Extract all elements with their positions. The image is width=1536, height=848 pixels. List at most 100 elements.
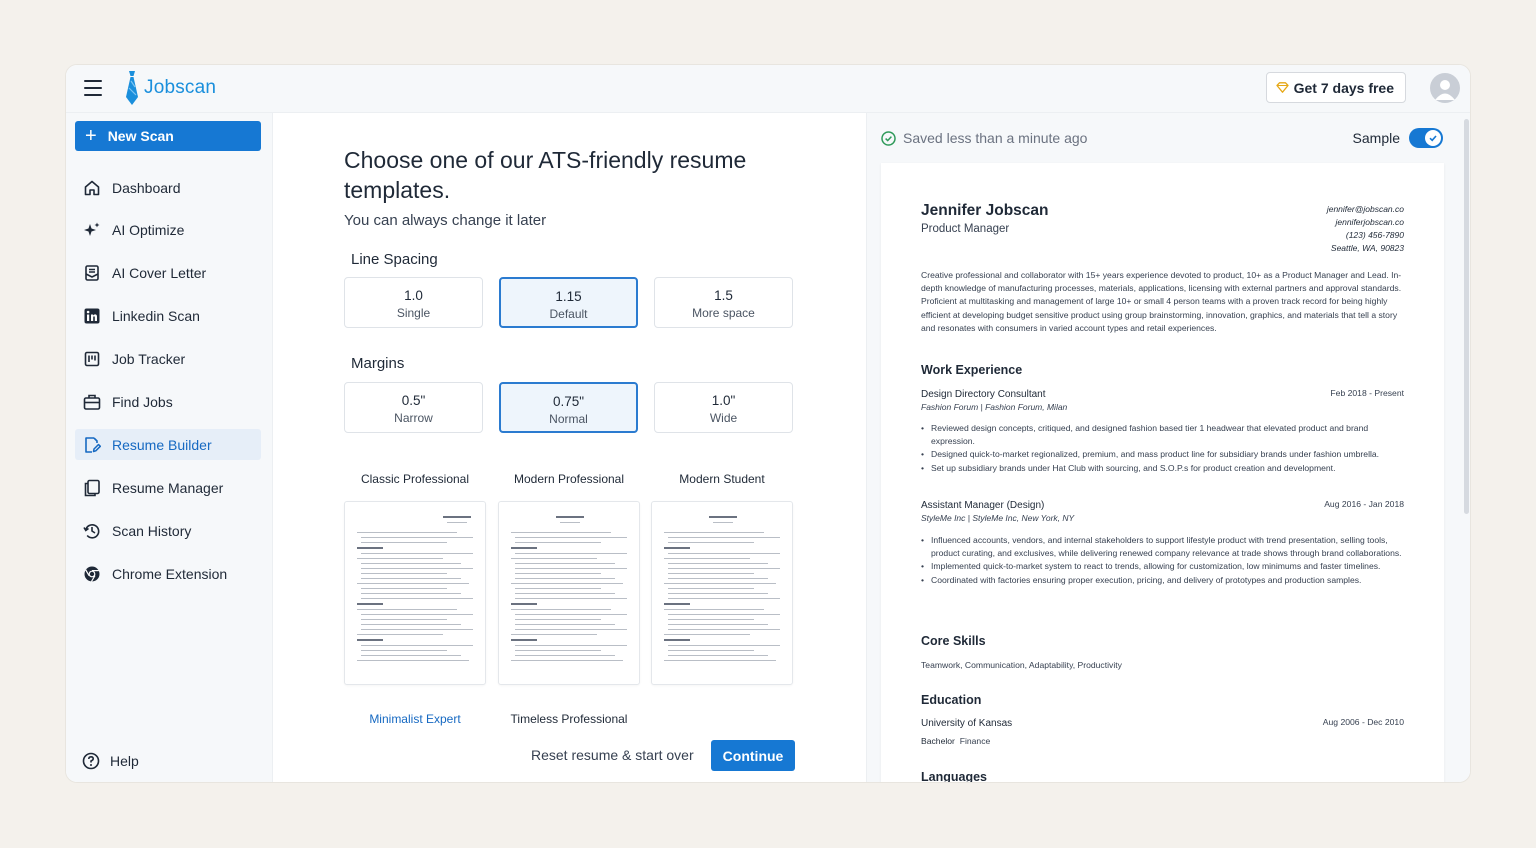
thumb-text-line bbox=[668, 588, 754, 589]
sidebar-item-chrome-extension[interactable]: Chrome Extension bbox=[75, 558, 261, 589]
thumb-text-line bbox=[511, 532, 611, 533]
action-bar: Reset resume & start over Continue bbox=[273, 729, 865, 782]
thumb-text-line bbox=[515, 598, 627, 599]
sidebar-item-resume-builder[interactable]: Resume Builder bbox=[75, 429, 261, 461]
user-avatar[interactable] bbox=[1430, 73, 1460, 103]
template-thumbnail-modern-professional[interactable] bbox=[498, 501, 640, 685]
option-desc: Narrow bbox=[394, 411, 433, 425]
chrome-icon bbox=[82, 564, 102, 584]
thumb-text-line bbox=[668, 614, 780, 615]
degree-type: Bachelor bbox=[921, 736, 955, 746]
continue-button[interactable]: Continue bbox=[711, 740, 795, 771]
thumb-text-line bbox=[361, 650, 447, 651]
new-scan-button[interactable]: + New Scan bbox=[75, 121, 261, 151]
job-title: Design Directory Consultant bbox=[921, 389, 1046, 400]
degree: Bachelor Finance bbox=[921, 736, 990, 746]
thumb-text-line bbox=[668, 553, 780, 554]
thumb-text-line bbox=[515, 578, 615, 579]
linkedin-icon bbox=[82, 306, 102, 326]
margin-option-wide[interactable]: 1.0" Wide bbox=[654, 382, 793, 433]
job-company: StyleMe Inc | StyleMe Inc, New York, NY bbox=[921, 513, 1075, 523]
thumb-text-line bbox=[511, 634, 597, 635]
sidebar-item-linkedin-scan[interactable]: Linkedin Scan bbox=[75, 301, 261, 332]
thumb-text-line bbox=[664, 609, 764, 610]
resume-summary: Creative professional and collaborator w… bbox=[921, 270, 1402, 333]
option-desc: Normal bbox=[549, 412, 588, 426]
sidebar-item-dashboard[interactable]: Dashboard bbox=[75, 172, 261, 203]
work-experience-heading: Work Experience bbox=[921, 363, 1023, 377]
help-link[interactable]: Help bbox=[82, 752, 139, 770]
reset-resume-link[interactable]: Reset resume & start over bbox=[531, 747, 694, 763]
top-bar: Jobscan Get 7 days free bbox=[66, 65, 1470, 113]
thumb-text-line bbox=[361, 645, 473, 646]
resume-role: Product Manager bbox=[921, 223, 1010, 235]
template-name[interactable]: Modern Student bbox=[651, 472, 793, 486]
template-name[interactable]: Minimalist Expert bbox=[344, 712, 486, 726]
template-thumbnail-modern-student[interactable] bbox=[651, 501, 793, 685]
thumb-text-line bbox=[357, 660, 469, 661]
sidebar-item-job-tracker[interactable]: Job Tracker bbox=[75, 344, 261, 375]
sidebar-item-resume-manager[interactable]: Resume Manager bbox=[75, 472, 261, 503]
template-thumbnail-classic-professional[interactable] bbox=[344, 501, 486, 685]
help-label: Help bbox=[110, 753, 139, 769]
thumb-text-line bbox=[357, 634, 443, 635]
thumb-text-line bbox=[361, 563, 461, 564]
sidebar-item-ai-cover-letter[interactable]: AI Cover Letter bbox=[75, 258, 261, 289]
free-trial-button[interactable]: Get 7 days free bbox=[1265, 72, 1406, 103]
option-value: 0.5" bbox=[401, 393, 426, 408]
thumb-text-line bbox=[361, 553, 473, 554]
thumb-role-line bbox=[713, 522, 733, 523]
sidebar-item-label: Find Jobs bbox=[112, 393, 173, 410]
thumb-text-line bbox=[511, 660, 623, 661]
thumb-text-line bbox=[361, 655, 461, 656]
thumb-text-line bbox=[357, 609, 457, 610]
sample-toggle-row: Sample bbox=[1353, 128, 1443, 148]
contact-website: jenniferjobscan.co bbox=[1335, 217, 1404, 227]
thumb-text-line bbox=[668, 598, 780, 599]
sidebar-item-label: Job Tracker bbox=[112, 351, 186, 368]
thumb-text-line bbox=[515, 619, 601, 620]
save-status-text: Saved less than a minute ago bbox=[903, 130, 1088, 146]
preview-scrollbar[interactable] bbox=[1464, 119, 1469, 514]
line-spacing-option-more-space[interactable]: 1.5 More space bbox=[654, 277, 793, 328]
thumb-text-line bbox=[668, 573, 754, 574]
jobscan-logo[interactable]: Jobscan bbox=[124, 69, 216, 107]
free-trial-label: Get 7 days free bbox=[1293, 79, 1394, 96]
sidebar-item-ai-optimize[interactable]: AI Optimize bbox=[75, 215, 261, 246]
thumb-text-line bbox=[668, 619, 754, 620]
thumb-text-line bbox=[357, 532, 457, 533]
option-desc: Default bbox=[549, 307, 588, 321]
plus-icon: + bbox=[85, 125, 97, 147]
thumb-text-line bbox=[361, 542, 447, 543]
option-desc: More space bbox=[692, 306, 755, 320]
sidebar-item-find-jobs[interactable]: Find Jobs bbox=[75, 386, 261, 417]
margin-option-narrow[interactable]: 0.5" Narrow bbox=[344, 382, 483, 433]
option-value: 0.75" bbox=[552, 394, 585, 409]
hamburger-menu-icon[interactable] bbox=[84, 80, 102, 96]
sample-toggle[interactable] bbox=[1409, 128, 1443, 148]
margin-option-normal[interactable]: 0.75" Normal bbox=[499, 382, 638, 433]
thumb-text-line bbox=[515, 568, 627, 569]
sidebar-item-scan-history[interactable]: Scan History bbox=[75, 515, 261, 546]
thumb-text-line bbox=[511, 583, 623, 584]
thumb-role-line bbox=[447, 522, 467, 523]
sidebar-item-label: Chrome Extension bbox=[112, 565, 228, 582]
job-bullet: Implemented quick-to-market system to re… bbox=[921, 560, 1406, 573]
template-name[interactable]: Modern Professional bbox=[498, 472, 640, 486]
thumb-text-line bbox=[668, 593, 768, 594]
line-spacing-option-default[interactable]: 1.15 Default bbox=[499, 277, 638, 328]
thumb-text-line bbox=[357, 583, 469, 584]
option-desc: Wide bbox=[709, 411, 738, 425]
thumb-text-line bbox=[664, 660, 776, 661]
template-name[interactable]: Classic Professional bbox=[344, 472, 486, 486]
template-name[interactable]: Timeless Professional bbox=[498, 712, 640, 726]
option-value: 1.15 bbox=[555, 289, 582, 304]
job-bullet: Reviewed design concepts, critiqued, and… bbox=[921, 422, 1406, 448]
thumb-text-line bbox=[668, 537, 780, 538]
job-bullet: Designed quick-to-market regionalized, p… bbox=[921, 448, 1406, 461]
thumb-text-line bbox=[515, 629, 627, 630]
job-bullet: Coordinated with factories ensuring prop… bbox=[921, 574, 1406, 587]
line-spacing-option-single[interactable]: 1.0 Single bbox=[344, 277, 483, 328]
resume-name: Jennifer Jobscan bbox=[921, 202, 1049, 219]
history-icon bbox=[82, 521, 102, 541]
